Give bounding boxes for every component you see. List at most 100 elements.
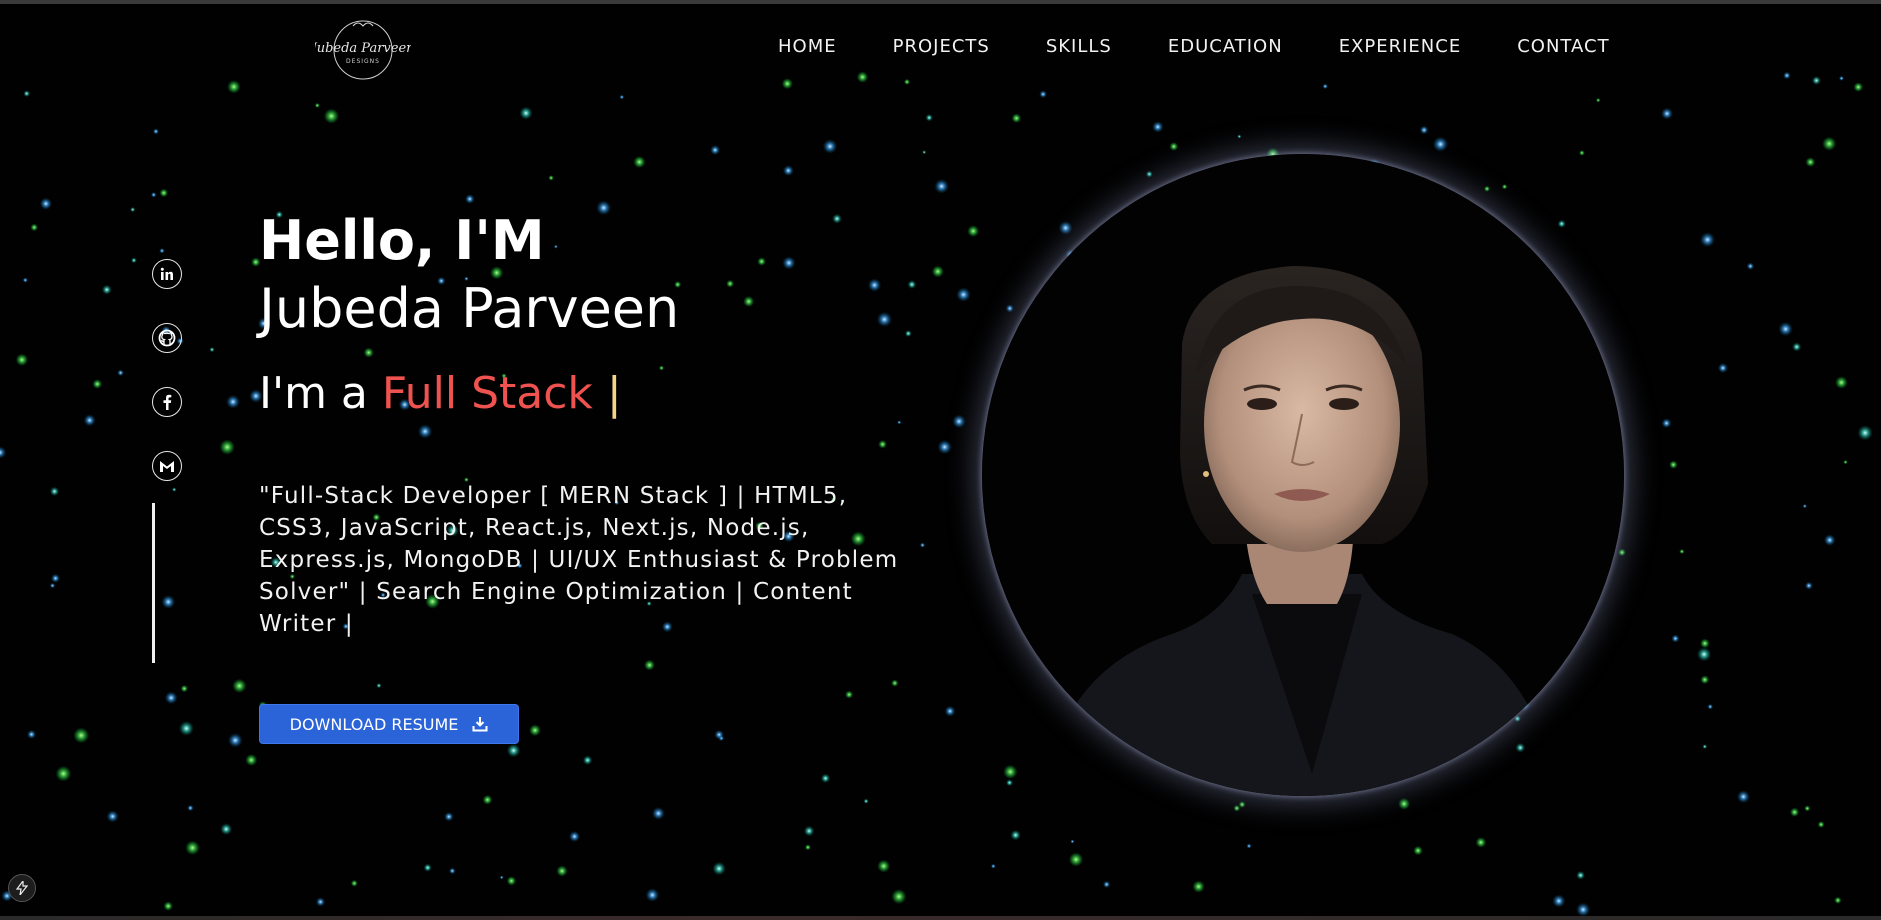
star-particle — [49, 486, 60, 497]
star-particle — [925, 114, 933, 122]
star-particle — [726, 279, 734, 288]
star-particle — [1834, 896, 1842, 904]
star-particle — [219, 439, 235, 455]
star-particle — [878, 440, 887, 449]
star-particle — [956, 287, 971, 302]
star-particle — [232, 678, 247, 694]
role-prefix: I'm a — [259, 368, 382, 419]
nav-projects[interactable]: PROJECTS — [893, 36, 990, 57]
github-button[interactable] — [152, 323, 182, 353]
nav-skills[interactable]: SKILLS — [1046, 36, 1112, 57]
star-particle — [49, 582, 56, 589]
star-particle — [781, 78, 793, 90]
star-particle — [1322, 83, 1328, 90]
star-particle — [820, 773, 831, 783]
star-particle — [990, 863, 996, 869]
star-particle — [897, 420, 902, 425]
star-particle — [1835, 376, 1848, 389]
star-particle — [50, 573, 61, 583]
star-particle — [659, 365, 664, 371]
linkedin-button[interactable] — [152, 259, 182, 289]
star-particle — [967, 225, 980, 238]
star-particle — [1484, 185, 1490, 192]
site-logo[interactable]: Jubeda Parveen DESIGNS — [308, 16, 415, 80]
star-particle — [1778, 321, 1793, 337]
gmail-button[interactable] — [152, 451, 182, 481]
star-particle — [1102, 880, 1111, 889]
star-particle — [417, 424, 433, 439]
star-particle — [645, 888, 660, 902]
star-particle — [227, 80, 241, 94]
star-particle — [596, 200, 612, 216]
star-particle — [1010, 829, 1021, 841]
star-particle — [891, 889, 907, 905]
star-particle — [1618, 548, 1626, 557]
star-particle — [363, 347, 374, 358]
download-resume-button[interactable]: DOWNLOAD RESUME — [259, 704, 519, 744]
logo-title: Jubeda Parveen — [315, 41, 411, 56]
star-particle — [227, 732, 243, 748]
star-particle — [499, 875, 504, 880]
star-particle — [1552, 894, 1566, 908]
star-particle — [651, 806, 665, 820]
star-particle — [506, 743, 521, 758]
star-particle — [226, 394, 240, 409]
star-particle — [1853, 82, 1864, 92]
star-particle — [904, 78, 910, 85]
star-particle — [1514, 715, 1521, 723]
star-particle — [891, 679, 899, 687]
star-particle — [131, 257, 137, 264]
star-particle — [55, 765, 72, 782]
star-particle — [1671, 634, 1680, 643]
main-nav: HOME PROJECTS SKILLS EDUCATION EXPERIENC… — [778, 36, 1610, 57]
star-particle — [117, 369, 124, 377]
star-particle — [1145, 170, 1153, 178]
star-particle — [39, 197, 53, 210]
star-particle — [1419, 125, 1429, 135]
gmail-icon — [160, 461, 174, 472]
star-particle — [1576, 902, 1591, 917]
star-particle — [1246, 843, 1252, 849]
nav-education[interactable]: EDUCATION — [1168, 36, 1283, 57]
star-particle — [619, 94, 625, 100]
star-particle — [1857, 425, 1873, 441]
star-particle — [710, 144, 721, 156]
quick-action-bolt-button[interactable] — [8, 874, 36, 902]
star-particle — [1058, 220, 1073, 235]
star-particle — [1679, 549, 1685, 554]
nav-experience[interactable]: EXPERIENCE — [1339, 36, 1462, 57]
star-particle — [1413, 845, 1423, 856]
nav-contact[interactable]: CONTACT — [1517, 36, 1609, 57]
star-particle — [26, 729, 37, 740]
star-particle — [877, 859, 891, 873]
star-particle — [1039, 90, 1047, 99]
star-particle — [180, 684, 188, 693]
star-particle — [464, 194, 475, 204]
star-particle — [150, 191, 157, 198]
star-particle — [350, 879, 358, 887]
star-particle — [1717, 362, 1728, 374]
star-particle — [1804, 805, 1811, 812]
star-particle — [130, 207, 136, 213]
star-particle — [1596, 98, 1601, 103]
star-particle — [314, 102, 320, 108]
nav-home[interactable]: HOME — [778, 36, 837, 57]
star-particle — [1003, 764, 1018, 779]
star-particle — [931, 265, 944, 278]
star-particle — [1005, 304, 1014, 313]
star-particle — [159, 188, 169, 198]
star-particle — [1805, 157, 1816, 168]
star-particle — [1068, 852, 1084, 867]
star-particle — [856, 71, 869, 83]
facebook-button[interactable] — [152, 387, 182, 417]
typing-cursor: | — [592, 368, 622, 419]
star-particle — [919, 542, 926, 548]
star-particle — [245, 754, 258, 766]
star-particle — [1579, 150, 1585, 156]
star-particle — [161, 594, 176, 609]
star-particle — [209, 347, 215, 353]
star-particle — [553, 244, 558, 249]
star-particle — [1707, 703, 1714, 710]
star-particle — [0, 446, 7, 459]
star-particle — [315, 897, 326, 907]
